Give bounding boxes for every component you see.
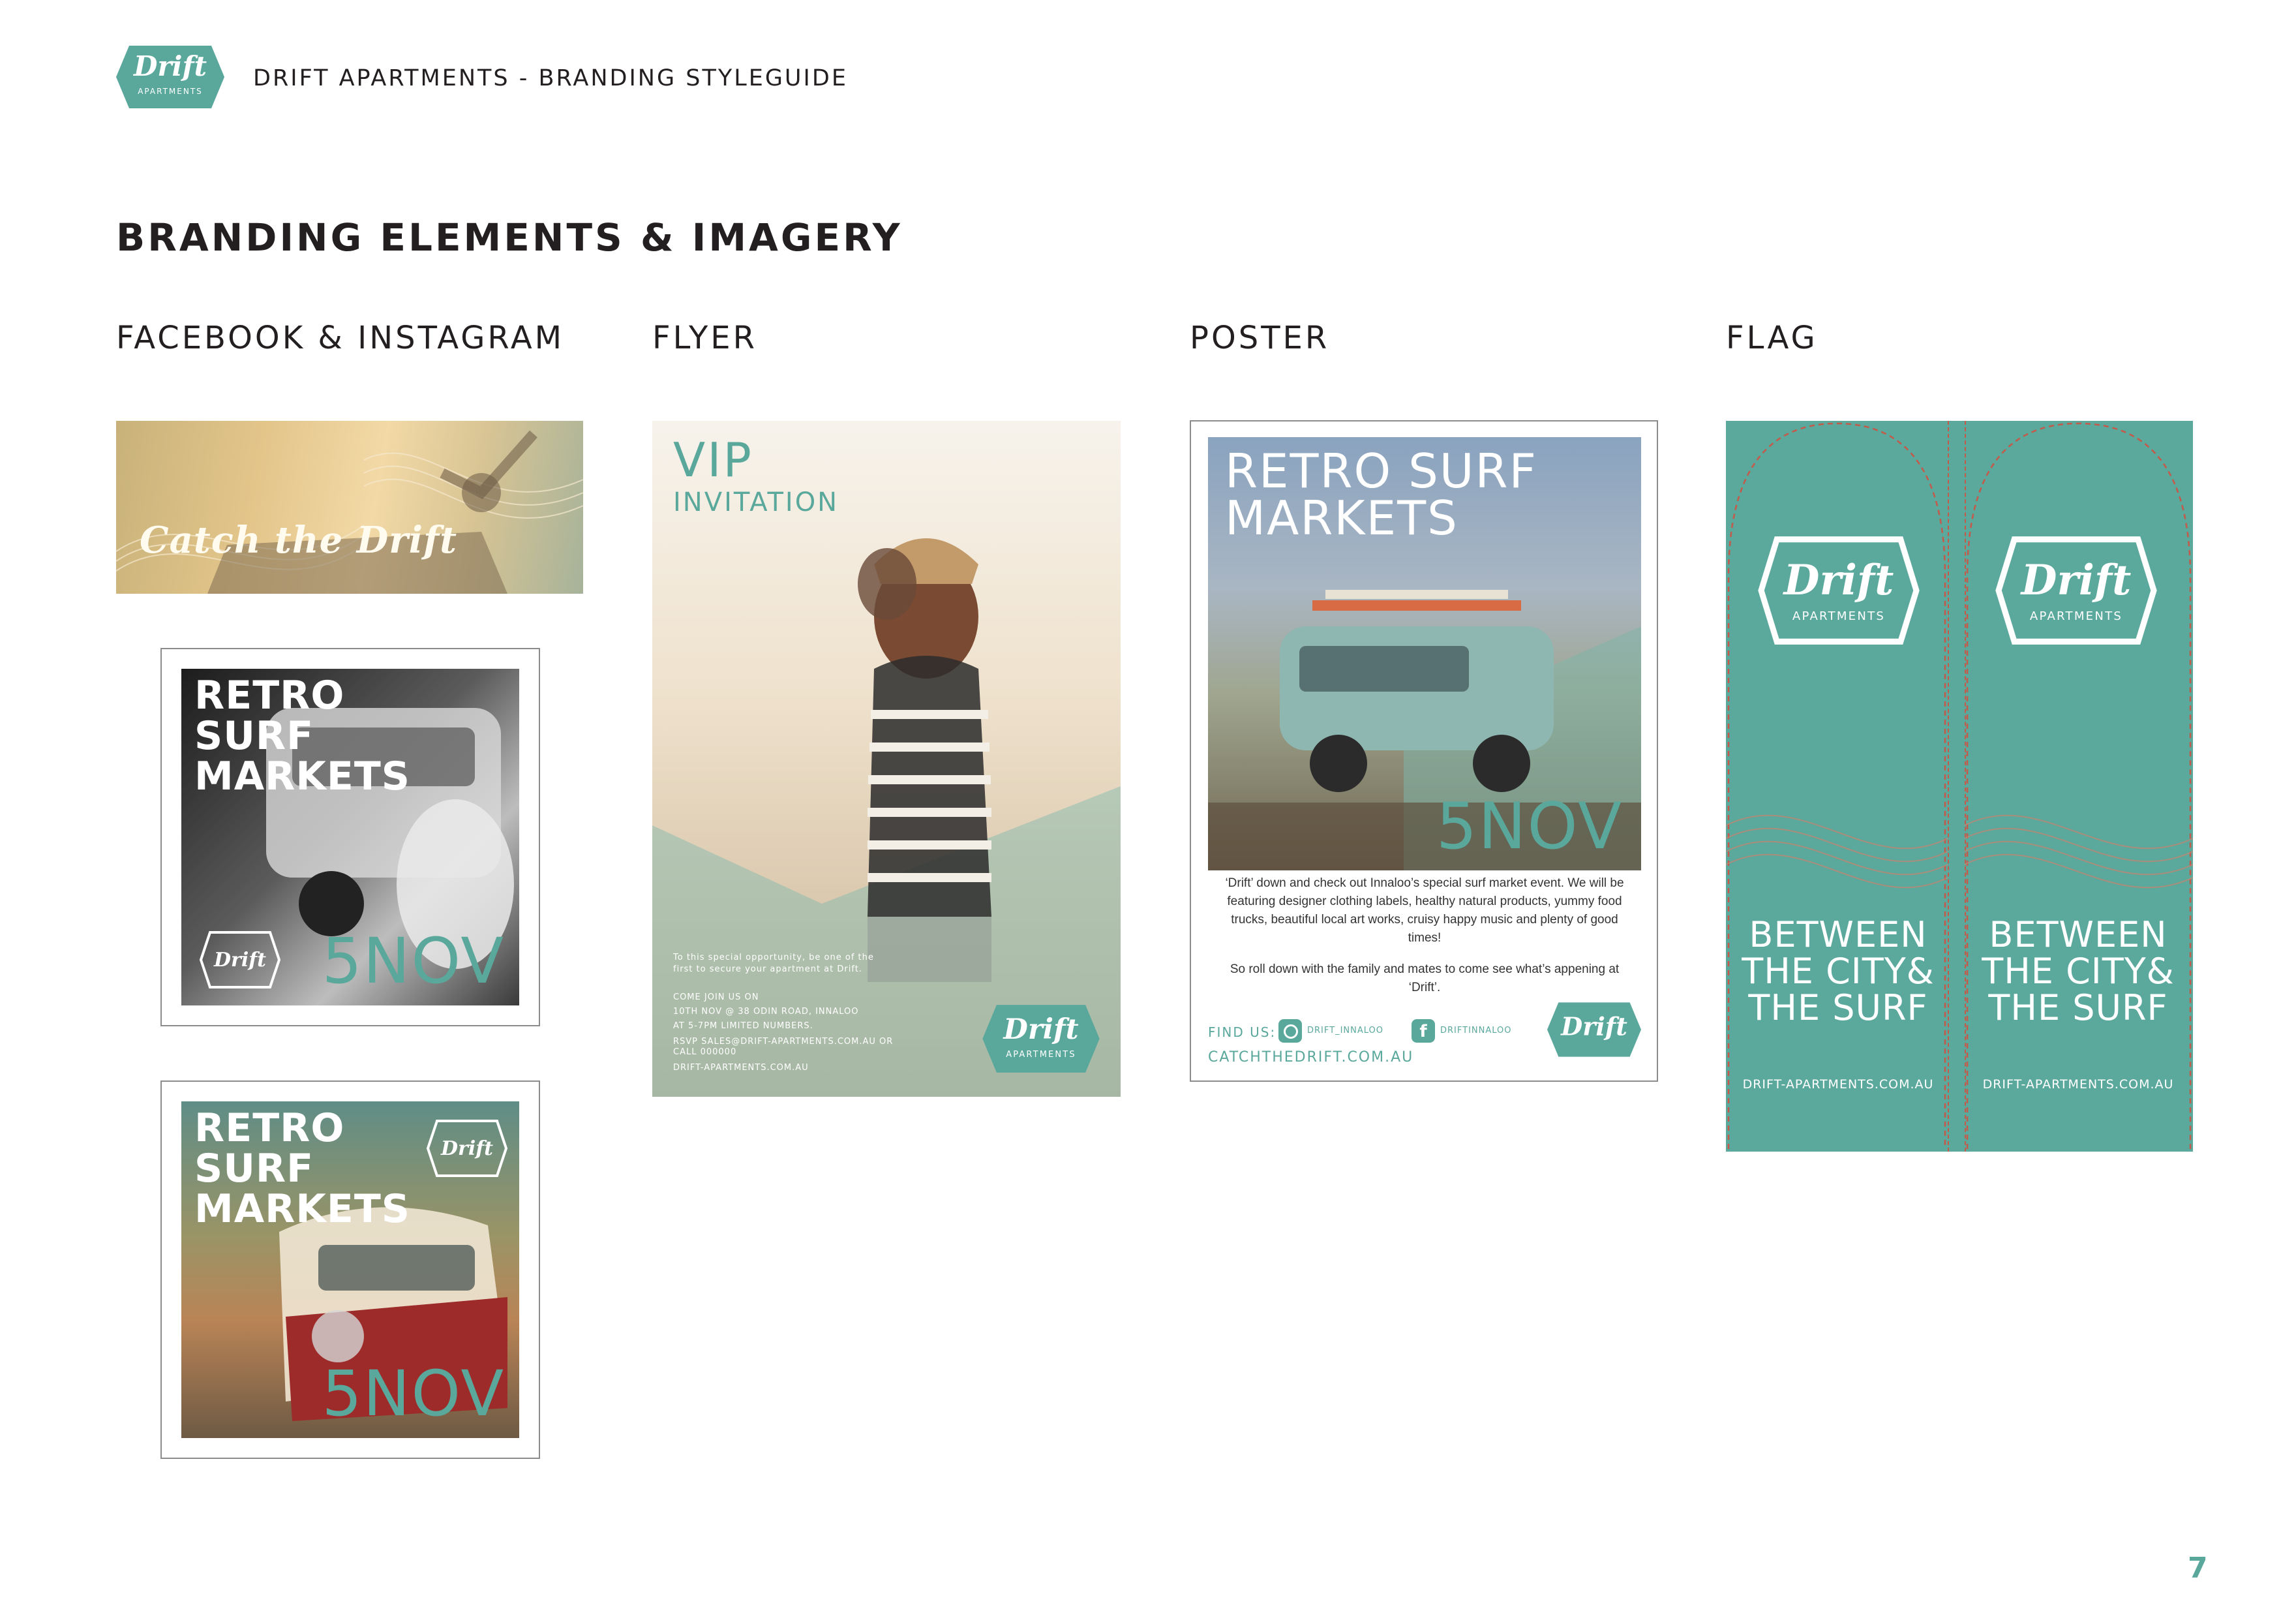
- svg-text:Drift: Drift: [213, 949, 266, 972]
- flag-logo-right: Drift APARTMENTS: [1995, 536, 2157, 645]
- banner-wave-lines: [116, 430, 583, 594]
- flyer-preview: VIP INVITATION To this special opportuni…: [652, 421, 1121, 1097]
- facebook-cover-image: Catch the Drift: [116, 421, 583, 594]
- flag-left-line3: THE SURF: [1748, 987, 1928, 1028]
- poster-title-line1: RETRO SURF: [1225, 444, 1537, 498]
- flag-logo-left: Drift APARTMENTS: [1758, 536, 1920, 645]
- flag-right-line3: THE SURF: [1988, 987, 2168, 1028]
- flyer-intro: To this special opportunity, be one of t…: [673, 953, 874, 974]
- flyer-date-line: 10TH NOV @ 38 ODIN ROAD, INNALOO: [673, 1007, 859, 1017]
- poster-paragraph-1: ‘Drift’ down and check out Innaloo’s spe…: [1225, 876, 1624, 945]
- flyer-web: DRIFT-APARTMENTS.COM.AU: [673, 1063, 809, 1073]
- instagram-icon: [1278, 1019, 1302, 1043]
- flyer-logo: Drift APARTMENTS: [982, 1005, 1100, 1073]
- column-heading-social: FACEBOOK & INSTAGRAM: [116, 320, 565, 356]
- section-title: BRANDING ELEMENTS & IMAGERY: [116, 215, 903, 260]
- svg-text:Drift: Drift: [1002, 1013, 1078, 1046]
- flyer-time-line: AT 5-7PM LIMITED NUMBERS.: [673, 1021, 813, 1031]
- tile1-line3: MARKETS: [194, 754, 410, 799]
- banner-script-text: Catch the Drift: [140, 519, 458, 562]
- svg-text:Drift: Drift: [1560, 1012, 1627, 1041]
- document-title: DRIFT APARTMENTS - BRANDING STYLEGUIDE: [253, 65, 848, 91]
- flag-left-line1: BETWEEN: [1749, 914, 1927, 955]
- svg-text:APARTMENTS: APARTMENTS: [1006, 1050, 1076, 1060]
- poster-find-us: FIND US:: [1208, 1024, 1276, 1040]
- instagram-post-1: RETRO SURF MARKETS Drift 5NOV: [160, 648, 540, 1026]
- tile2-line3: MARKETS: [194, 1186, 410, 1232]
- tile1-date: 5NOV: [322, 925, 505, 998]
- tile2-date: 5NOV: [322, 1357, 505, 1430]
- tile1-logo: Drift: [200, 931, 280, 988]
- flag-preview: Drift APARTMENTS Drift APARTMENTS BETWEE…: [1726, 421, 2193, 1152]
- instagram-post-1-photo: RETRO SURF MARKETS Drift 5NOV: [181, 669, 519, 1005]
- flyer-call: CALL 000000: [673, 1047, 737, 1057]
- flag-right-line2: THE CITY&: [1982, 951, 2175, 992]
- flag-right-url: DRIFT-APARTMENTS.COM.AU: [1982, 1077, 2174, 1092]
- tile2-logo: Drift: [427, 1120, 507, 1177]
- poster-title-line2: MARKETS: [1225, 491, 1458, 545]
- instagram-post-2: RETRO SURF MARKETS Drift 5NOV: [160, 1080, 540, 1459]
- flag-left-line2: THE CITY&: [1742, 951, 1935, 992]
- column-heading-poster: POSTER: [1190, 320, 1330, 356]
- poster-facebook-handle: DRIFTINNALOO: [1440, 1026, 1512, 1035]
- svg-text:Drift: Drift: [440, 1137, 493, 1160]
- poster-paragraph-2: So roll down with the family and mates t…: [1230, 962, 1620, 994]
- column-heading-flyer: FLYER: [652, 320, 757, 356]
- tile1-line2: SURF: [194, 713, 314, 759]
- svg-text:APARTMENTS: APARTMENTS: [2030, 609, 2122, 623]
- poster-preview: RETRO SURF MARKETS 5NOV ‘Drift’ down and…: [1190, 420, 1658, 1082]
- logo-sub: APARTMENTS: [138, 87, 203, 96]
- tile1-line1: RETRO: [194, 673, 345, 718]
- flag-left-url: DRIFT-APARTMENTS.COM.AU: [1742, 1077, 1934, 1092]
- svg-text:Drift: Drift: [1783, 556, 1894, 604]
- poster-logo: Drift: [1547, 1002, 1641, 1057]
- page-number: 7: [2188, 1552, 2208, 1585]
- tile2-line2: SURF: [194, 1146, 314, 1191]
- column-heading-flag: FLAG: [1726, 320, 1818, 356]
- logo-word: Drift: [133, 50, 207, 82]
- flyer-vip: VIP: [673, 433, 753, 487]
- drift-logo-badge: Drift APARTMENTS: [116, 46, 224, 108]
- tile2-line1: RETRO: [194, 1105, 345, 1151]
- svg-text:APARTMENTS: APARTMENTS: [1792, 609, 1885, 623]
- svg-text:Drift: Drift: [2020, 556, 2132, 604]
- poster-instagram-handle: DRIFT_INNALOO: [1307, 1026, 1383, 1035]
- poster-website: CATCHTHEDRIFT.COM.AU: [1208, 1049, 1414, 1065]
- flag-right-line1: BETWEEN: [1989, 914, 2168, 955]
- poster-date: 5NOV: [1436, 789, 1623, 864]
- flyer-invitation: INVITATION: [673, 487, 839, 517]
- poster-photo: RETRO SURF MARKETS 5NOV: [1208, 437, 1641, 870]
- facebook-icon: f: [1412, 1019, 1435, 1043]
- flyer-rsvp: RSVP SALES@DRIFT-APARTMENTS.COM.AU OR: [673, 1037, 894, 1047]
- flyer-come: COME JOIN US ON: [673, 992, 759, 1002]
- instagram-post-2-photo: RETRO SURF MARKETS Drift 5NOV: [181, 1101, 519, 1438]
